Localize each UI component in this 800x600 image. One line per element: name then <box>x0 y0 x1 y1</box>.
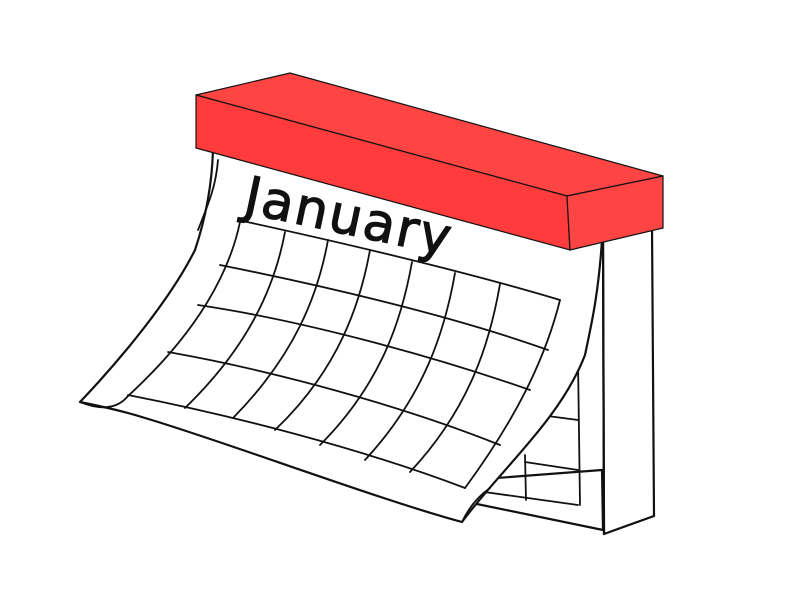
calendar-illustration: January <box>78 72 664 536</box>
